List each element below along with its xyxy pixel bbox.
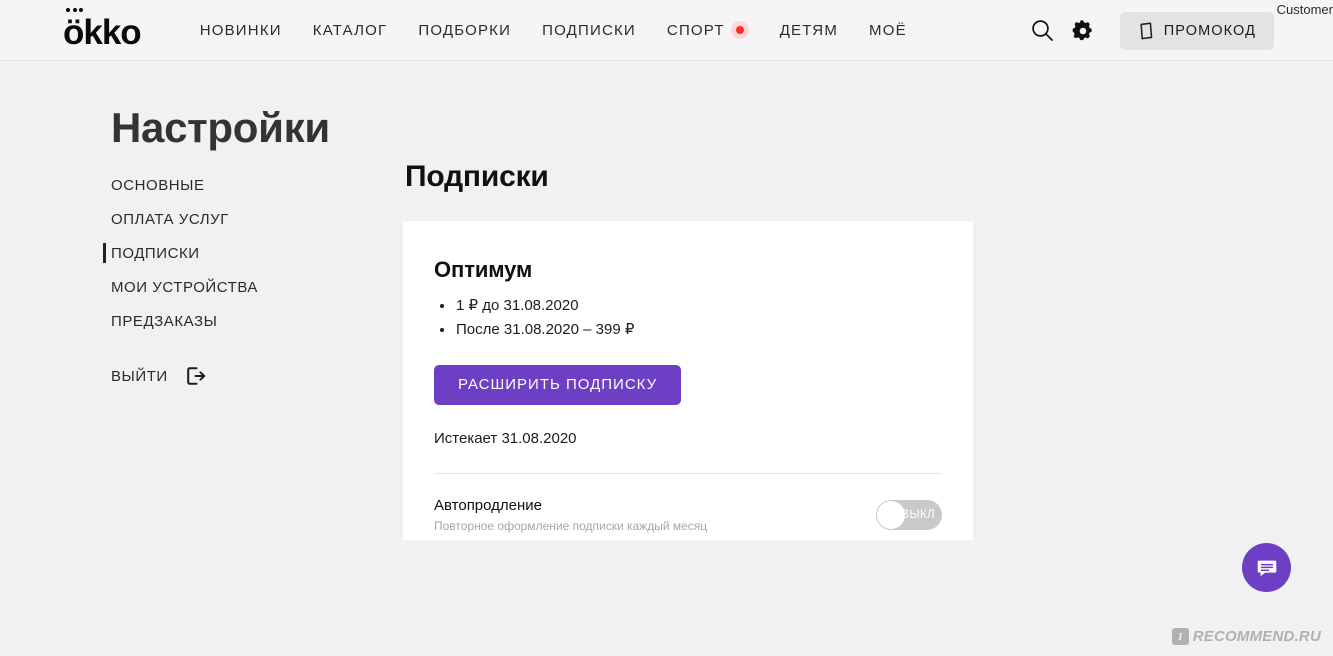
main-content: Подписки Оптимум 1 ₽ до 31.08.2020 После… <box>403 160 973 540</box>
sidebar-item-label: ПОДПИСКИ <box>111 244 200 262</box>
sidebar-item-label: МОИ УСТРОЙСТВА <box>111 278 258 296</box>
ticket-icon <box>1140 22 1153 39</box>
sidebar-item-moi-ustroystva[interactable]: МОИ УСТРОЙСТВА <box>111 270 401 304</box>
nav-item-sport[interactable]: СПОРТ <box>667 21 749 39</box>
sidebar-item-label: ОСНОВНЫЕ <box>111 176 205 194</box>
nav-item-label: КАТАЛОГ <box>312 21 388 39</box>
list-item: 1 ₽ до 31.08.2020 <box>440 294 942 318</box>
site-header: ökko НОВИНКИ КАТАЛОГ ПОДБОРКИ ПОДПИСКИ С… <box>0 0 1333 61</box>
autorenew-toggle-state: ВЫКЛ <box>901 508 935 521</box>
settings-button[interactable] <box>1063 11 1103 51</box>
section-title: Подписки <box>405 160 549 193</box>
recommend-watermark: I RECOMMEND.RU <box>1167 626 1325 647</box>
promo-code-button[interactable]: ПРОМОКОД <box>1119 11 1274 50</box>
list-item: После 31.08.2020 – 399 ₽ <box>440 318 942 342</box>
sidebar-item-podpiski[interactable]: ПОДПИСКИ <box>103 236 401 270</box>
nav-item-label: НОВИНКИ <box>199 21 282 39</box>
watermark-text: RECOMMEND.RU <box>1192 628 1321 645</box>
plan-details-list: 1 ₽ до 31.08.2020 После 31.08.2020 – 399… <box>434 294 942 343</box>
nav-item-label: СПОРТ <box>666 21 725 39</box>
upgrade-subscription-button[interactable]: РАСШИРИТЬ ПОДПИСКУ <box>434 364 682 405</box>
sidebar-item-predzakazy[interactable]: ПРЕДЗАКАЗЫ <box>111 304 401 338</box>
nav-item-detyam[interactable]: ДЕТЯМ <box>780 22 838 39</box>
logo-text: ökko <box>63 12 142 52</box>
page-heading: Настройки <box>111 104 330 151</box>
chat-support-button[interactable] <box>1242 543 1291 592</box>
toggle-knob <box>877 500 905 529</box>
autorenew-title: Автопродление <box>434 496 543 514</box>
settings-sidebar: Настройки ОСНОВНЫЕ ОПЛАТА УСЛУГ ПОДПИСКИ… <box>103 104 401 387</box>
main-navigation: НОВИНКИ КАТАЛОГ ПОДБОРКИ ПОДПИСКИ СПОРТ … <box>200 21 907 39</box>
nav-item-moyo[interactable]: МОЁ <box>869 22 907 39</box>
autorenew-text-group: Автопродление Повторное оформление подпи… <box>434 497 707 533</box>
sidebar-item-label: ОПЛАТА УСЛУГ <box>111 210 229 228</box>
nav-item-label: ПОДПИСКИ <box>542 21 636 39</box>
nav-item-podpiski[interactable]: ПОДПИСКИ <box>542 22 636 39</box>
chat-bubble-icon <box>1257 560 1276 576</box>
nav-item-label: ДЕТЯМ <box>779 21 839 39</box>
autorenew-toggle[interactable]: ВЫКЛ <box>876 499 942 530</box>
nav-item-label: ПОДБОРКИ <box>418 21 512 39</box>
nav-item-novinki[interactable]: НОВИНКИ <box>200 22 282 39</box>
sidebar-item-label: ПРЕДЗАКАЗЫ <box>111 312 218 330</box>
autorenew-subtitle: Повторное оформление подписки каждый мес… <box>434 518 708 533</box>
sidebar-item-osnovnye[interactable]: ОСНОВНЫЕ <box>111 168 401 202</box>
logout-button[interactable]: ВЫЙТИ <box>111 365 207 387</box>
autorenew-row: Автопродление Повторное оформление подпи… <box>434 474 942 533</box>
sidebar-item-oplata-uslug[interactable]: ОПЛАТА УСЛУГ <box>111 202 401 236</box>
nav-item-katalog[interactable]: КАТАЛОГ <box>313 22 388 39</box>
logout-icon <box>186 367 205 385</box>
promo-code-label: ПРОМОКОД <box>1163 22 1256 39</box>
customer-label: Customer <box>1276 2 1333 17</box>
plan-name: Оптимум <box>434 257 533 282</box>
logout-label: ВЫЙТИ <box>111 367 168 385</box>
header-actions: ПРОМОКОД Customer <box>1023 0 1333 61</box>
logo-dots-icon <box>66 7 83 12</box>
watermark-badge: I <box>1171 628 1189 645</box>
nav-item-podborki[interactable]: ПОДБОРКИ <box>418 22 511 39</box>
expiry-text: Истекает 31.08.2020 <box>434 429 577 447</box>
gear-icon <box>1072 19 1092 40</box>
search-icon <box>1032 20 1054 41</box>
live-indicator-icon <box>730 21 749 39</box>
subscription-card: Оптимум 1 ₽ до 31.08.2020 После 31.08.20… <box>403 221 973 540</box>
search-button[interactable] <box>1023 11 1063 51</box>
okko-logo[interactable]: ökko <box>63 7 142 52</box>
nav-item-label: МОЁ <box>869 21 907 39</box>
